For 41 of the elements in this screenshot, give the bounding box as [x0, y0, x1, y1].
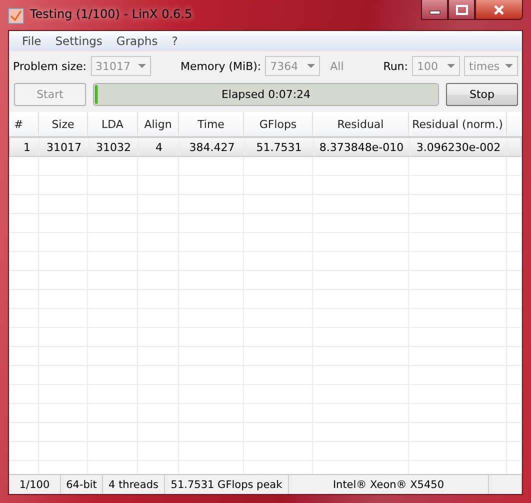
column-header[interactable]: #: [9, 112, 39, 136]
elapsed-time: Elapsed 0:07:24: [221, 88, 311, 100]
dropdown-arrow-icon: [505, 64, 513, 68]
dropdown-arrow-icon: [138, 64, 146, 68]
menu-item[interactable]: File: [15, 34, 48, 48]
table-cell: 384.427: [180, 138, 245, 156]
maximize-button[interactable]: [448, 0, 475, 20]
column-header[interactable]: Residual: [313, 112, 409, 136]
table-cell: 3.096230e-002: [410, 138, 508, 156]
column-header[interactable]: LDA: [88, 112, 138, 136]
table-cell: 8.373848e-010: [314, 138, 410, 156]
column-header[interactable]: Align: [138, 112, 179, 136]
column-header[interactable]: Residual (norm.): [409, 112, 507, 136]
menu-item[interactable]: ?: [164, 34, 185, 48]
column-header[interactable]: Time: [179, 112, 244, 136]
close-button[interactable]: [475, 0, 523, 20]
status-text: 64-bit: [61, 475, 103, 494]
window-title: Testing (1/100) - LinX 0.6.5: [30, 7, 192, 21]
stop-button[interactable]: Stop: [446, 82, 518, 106]
status-text: 51.7531 GFlops peak: [165, 475, 289, 494]
problem-size-label: Problem size:: [13, 60, 87, 72]
table-cell: 4: [139, 138, 180, 156]
table-cell: 1: [10, 138, 40, 156]
memory-label: Memory (MiB):: [180, 60, 262, 72]
run-label: Run:: [383, 60, 408, 72]
minimize-button[interactable]: [421, 0, 448, 20]
table-cell: 31017: [40, 138, 89, 156]
status-text: 1/100: [9, 475, 61, 494]
dropdown-arrow-icon: [307, 64, 316, 68]
column-header[interactable]: GFlops: [244, 112, 313, 136]
status-text: Intel® Xeon® X5450: [289, 475, 489, 494]
close-icon: [493, 4, 505, 14]
dropdown-arrow-icon: [447, 64, 455, 68]
menu-item[interactable]: Graphs: [109, 34, 165, 48]
app-icon: [8, 8, 24, 24]
maximize-icon: [456, 4, 468, 14]
column-header[interactable]: Size: [39, 112, 88, 136]
status-text: 4 threads: [103, 475, 165, 494]
table-cell: 51.7531: [245, 138, 314, 156]
table-cell: 31032: [89, 138, 139, 156]
menu-item[interactable]: Settings: [48, 34, 110, 48]
